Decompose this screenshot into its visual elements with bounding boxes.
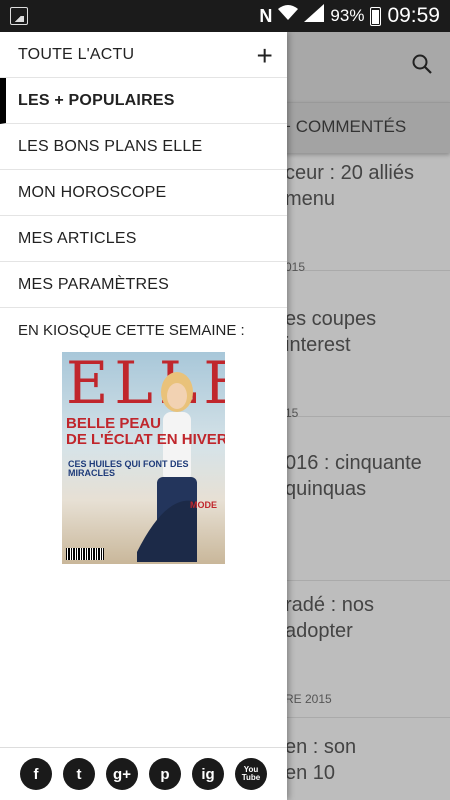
- article-item[interactable]: en : son en 10: [285, 734, 450, 800]
- article-title-line: menu: [285, 188, 336, 210]
- navigation-drawer: TOUTE L'ACTU + LES + POPULAIRES LES BONS…: [0, 32, 287, 800]
- article-title-line: ceur : 20 alliés: [285, 162, 414, 184]
- menu-item-label: MON HOROSCOPE: [18, 183, 167, 201]
- menu-item-label: MES ARTICLES: [18, 229, 137, 247]
- battery-icon: [370, 6, 382, 26]
- n-notification-icon: N: [259, 5, 273, 26]
- article-title-line: 016 : cinquante: [285, 452, 422, 474]
- article-title-line: en : son: [285, 736, 357, 758]
- status-bar: N 93% 09:59: [0, 0, 450, 32]
- article-title-line: adopter: [285, 620, 353, 642]
- article-title-line: interest: [285, 334, 351, 356]
- instagram-icon[interactable]: ig: [192, 758, 224, 790]
- gallery-notification-icon: [10, 7, 28, 25]
- menu-item-label: LES BONS PLANS ELLE: [18, 137, 203, 155]
- youtube-tube: Tube: [241, 773, 261, 782]
- battery-percent: 93%: [330, 6, 365, 25]
- menu-item-all-news[interactable]: TOUTE L'ACTU +: [0, 32, 287, 78]
- cover-mode-label: MODE: [190, 500, 217, 510]
- signal-icon: [304, 4, 325, 28]
- cover-headline: DE L'ÉCLAT EN HIVER: [66, 431, 225, 448]
- menu-item-most-popular[interactable]: LES + POPULAIRES: [0, 78, 287, 124]
- article-title-line: radé : nos: [285, 594, 374, 616]
- article-title-line: quinquas: [285, 478, 367, 500]
- menu-item-my-articles[interactable]: MES ARTICLES: [0, 216, 287, 262]
- article-item[interactable]: es coupes interest 15: [285, 306, 450, 420]
- cover-barcode: [66, 548, 104, 560]
- menu-item-horoscope[interactable]: MON HOROSCOPE: [0, 170, 287, 216]
- article-title-line: es coupes: [285, 308, 377, 330]
- cover-headline: BELLE PEAU: [66, 415, 162, 432]
- article-item[interactable]: 016 : cinquante quinquas: [285, 450, 450, 581]
- pinterest-icon[interactable]: p: [149, 758, 181, 790]
- facebook-icon[interactable]: f: [20, 758, 52, 790]
- kiosk-heading: EN KIOSQUE CETTE SEMAINE :: [18, 322, 245, 339]
- clock: 09:59: [387, 4, 440, 27]
- article-item[interactable]: ceur : 20 alliés menu 015: [285, 160, 450, 274]
- plus-icon[interactable]: +: [256, 40, 273, 72]
- menu-item-settings[interactable]: MES PARAMÈTRES: [0, 262, 287, 308]
- menu-item-label: TOUTE L'ACTU: [18, 45, 135, 63]
- article-title-line: en 10: [285, 762, 336, 784]
- search-icon[interactable]: [412, 54, 432, 74]
- article-date: 015: [285, 260, 306, 274]
- magazine-cover[interactable]: ELLE BELLE PEAU DE L'ÉCLAT EN HIVER CES …: [62, 352, 225, 564]
- youtube-icon[interactable]: You Tube: [235, 758, 267, 790]
- google-plus-icon[interactable]: g+: [106, 758, 138, 790]
- social-bar: f t g+ p ig You Tube: [0, 747, 287, 800]
- cover-subheadline: CES HUILES QUI FONT DES MIRACLES: [68, 459, 189, 478]
- article-date: 15: [285, 406, 299, 420]
- twitter-icon[interactable]: t: [63, 758, 95, 790]
- article-date: RE 2015: [285, 692, 332, 706]
- menu-item-label: MES PARAMÈTRES: [18, 275, 169, 293]
- article-item[interactable]: radé : nos adopter RE 2015: [285, 592, 450, 718]
- menu-item-label: LES + POPULAIRES: [18, 91, 175, 109]
- menu-item-good-deals[interactable]: LES BONS PLANS ELLE: [0, 124, 287, 170]
- wifi-icon: [278, 4, 299, 28]
